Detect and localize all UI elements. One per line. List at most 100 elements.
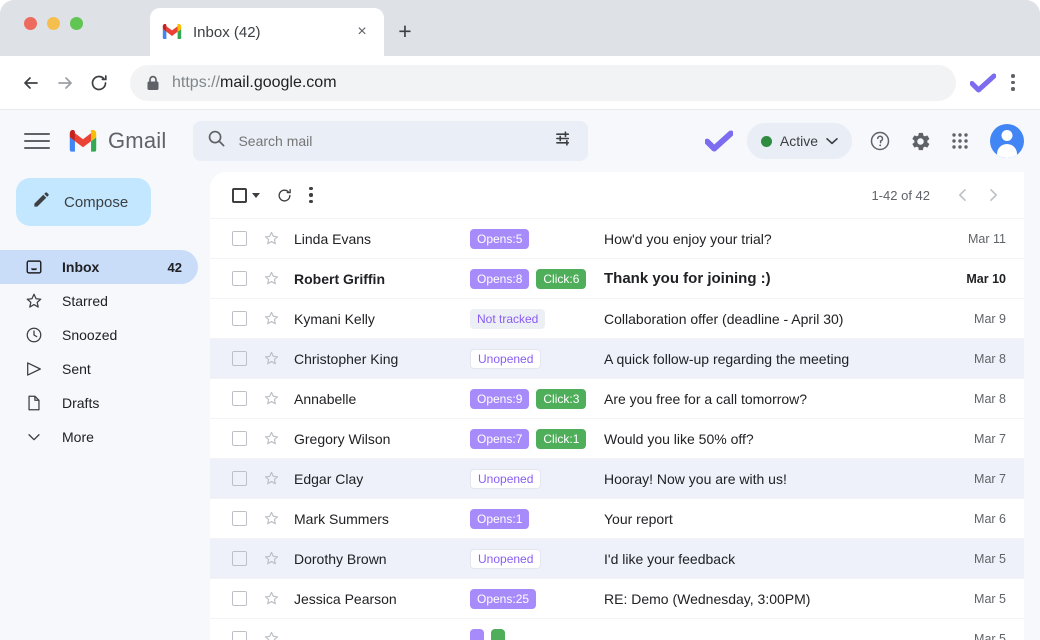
status-badge: Click:1: [536, 429, 586, 449]
row-checkbox[interactable]: [232, 351, 247, 366]
star-icon[interactable]: [263, 350, 280, 367]
table-row[interactable]: Dorothy BrownUnopenedI'd like your feedb…: [210, 538, 1024, 578]
email-subject: I'd like your feedback: [604, 551, 962, 567]
email-date: Mar 8: [974, 392, 1006, 406]
checkmark-extension-icon[interactable]: [966, 66, 1000, 100]
table-row[interactable]: AnnabelleOpens:9Click:3Are you free for …: [210, 378, 1024, 418]
caret-down-icon[interactable]: [252, 193, 260, 198]
row-checkbox[interactable]: [232, 471, 247, 486]
window-controls[interactable]: [24, 17, 83, 30]
email-sender: Kymani Kelly: [294, 311, 470, 327]
lock-icon: [146, 75, 160, 91]
sidebar-item-sent[interactable]: Sent: [0, 352, 198, 386]
row-checkbox[interactable]: [232, 551, 247, 566]
sidebar-item-label: Inbox: [62, 259, 150, 275]
row-checkbox[interactable]: [232, 271, 247, 286]
clock-icon: [24, 326, 44, 344]
row-checkbox[interactable]: [232, 311, 247, 326]
table-row[interactable]: Jessica PearsonOpens:25RE: Demo (Wednesd…: [210, 578, 1024, 618]
pagination-label: 1-42 of 42: [871, 188, 930, 203]
row-checkbox[interactable]: [232, 631, 247, 640]
email-sender: Annabelle: [294, 391, 470, 407]
email-list: Linda EvansOpens:5How'd you enjoy your t…: [210, 218, 1024, 640]
email-sender: Jessica Pearson: [294, 591, 470, 607]
table-row[interactable]: Gregory WilsonOpens:7Click:1Would you li…: [210, 418, 1024, 458]
star-icon[interactable]: [263, 310, 280, 327]
email-date: Mar 11: [968, 232, 1006, 246]
star-icon[interactable]: [263, 230, 280, 247]
checkmark-extension-icon[interactable]: [701, 123, 737, 159]
hamburger-icon[interactable]: [24, 128, 50, 154]
tracking-badges: Opens:7Click:1: [470, 429, 602, 449]
sidebar-item-more[interactable]: More: [0, 420, 198, 454]
table-row[interactable]: Christopher KingUnopenedA quick follow-u…: [210, 338, 1024, 378]
select-all-checkbox[interactable]: [232, 188, 247, 203]
tracking-badges: [470, 629, 602, 640]
search-bar[interactable]: [193, 121, 588, 161]
star-icon[interactable]: [263, 590, 280, 607]
search-icon: [207, 129, 226, 153]
tracking-badges: Unopened: [470, 349, 602, 369]
browser-menu-icon[interactable]: [1000, 66, 1026, 100]
email-list-panel: 1-42 of 42 Linda EvansOpens:5How'd you e…: [210, 172, 1024, 640]
compose-button[interactable]: Compose: [16, 178, 151, 226]
sidebar-item-label: More: [62, 429, 198, 445]
row-checkbox[interactable]: [232, 591, 247, 606]
apps-grid-icon[interactable]: [942, 123, 978, 159]
table-row[interactable]: Edgar ClayUnopenedHooray! Now you are wi…: [210, 458, 1024, 498]
reload-button[interactable]: [82, 66, 116, 100]
forward-button[interactable]: [48, 66, 82, 100]
gear-icon[interactable]: [902, 123, 938, 159]
email-subject: Would you like 50% off?: [604, 431, 962, 447]
email-sender: Gregory Wilson: [294, 431, 470, 447]
refresh-icon[interactable]: [276, 187, 293, 204]
avatar[interactable]: [990, 124, 1024, 158]
sidebar-item-inbox[interactable]: Inbox 42: [0, 250, 198, 284]
row-checkbox[interactable]: [232, 511, 247, 526]
browser-toolbar: https://mail.google.com: [0, 56, 1040, 110]
table-row[interactable]: Mar 5: [210, 618, 1024, 640]
new-tab-button[interactable]: +: [392, 18, 418, 44]
star-icon[interactable]: [263, 390, 280, 407]
star-icon[interactable]: [263, 470, 280, 487]
address-bar[interactable]: https://mail.google.com: [130, 65, 956, 101]
close-tab-icon[interactable]: ×: [352, 22, 372, 42]
star-icon[interactable]: [263, 510, 280, 527]
table-row[interactable]: Mark SummersOpens:1Your reportMar 6: [210, 498, 1024, 538]
header-actions: Active: [701, 123, 1024, 159]
tracking-badges: Opens:8Click:6: [470, 269, 602, 289]
status-badge: Click:6: [536, 269, 586, 289]
star-icon[interactable]: [263, 270, 280, 287]
row-checkbox[interactable]: [232, 431, 247, 446]
star-icon: [24, 292, 44, 310]
row-checkbox[interactable]: [232, 391, 247, 406]
kebab-menu-icon[interactable]: [309, 187, 313, 204]
status-label: Active: [780, 133, 818, 149]
gmail-logo[interactable]: Gmail: [68, 128, 166, 154]
star-icon[interactable]: [263, 550, 280, 567]
browser-tab[interactable]: Inbox (42) ×: [150, 8, 384, 56]
sidebar-item-snoozed[interactable]: Snoozed: [0, 318, 198, 352]
minimize-window-button[interactable]: [47, 17, 60, 30]
star-icon[interactable]: [263, 630, 280, 640]
table-row[interactable]: Kymani KellyNot trackedCollaboration off…: [210, 298, 1024, 338]
sidebar-item-drafts[interactable]: Drafts: [0, 386, 198, 420]
browser-tabstrip: Inbox (42) × +: [0, 0, 1040, 56]
table-row[interactable]: Linda EvansOpens:5How'd you enjoy your t…: [210, 218, 1024, 258]
back-button[interactable]: [14, 66, 48, 100]
status-badge: Opens:25: [470, 589, 536, 609]
row-checkbox[interactable]: [232, 231, 247, 246]
table-row[interactable]: Robert GriffinOpens:8Click:6Thank you fo…: [210, 258, 1024, 298]
chevron-right-icon[interactable]: [980, 182, 1006, 208]
search-input[interactable]: [238, 133, 555, 149]
help-icon[interactable]: [862, 123, 898, 159]
address-bar-url: https://mail.google.com: [172, 74, 337, 92]
close-window-button[interactable]: [24, 17, 37, 30]
status-badge: Opens:5: [470, 229, 529, 249]
star-icon[interactable]: [263, 430, 280, 447]
status-badge[interactable]: Active: [747, 123, 852, 159]
sidebar-item-starred[interactable]: Starred: [0, 284, 198, 318]
tune-icon[interactable]: [555, 129, 574, 153]
maximize-window-button[interactable]: [70, 17, 83, 30]
chevron-left-icon[interactable]: [950, 182, 976, 208]
